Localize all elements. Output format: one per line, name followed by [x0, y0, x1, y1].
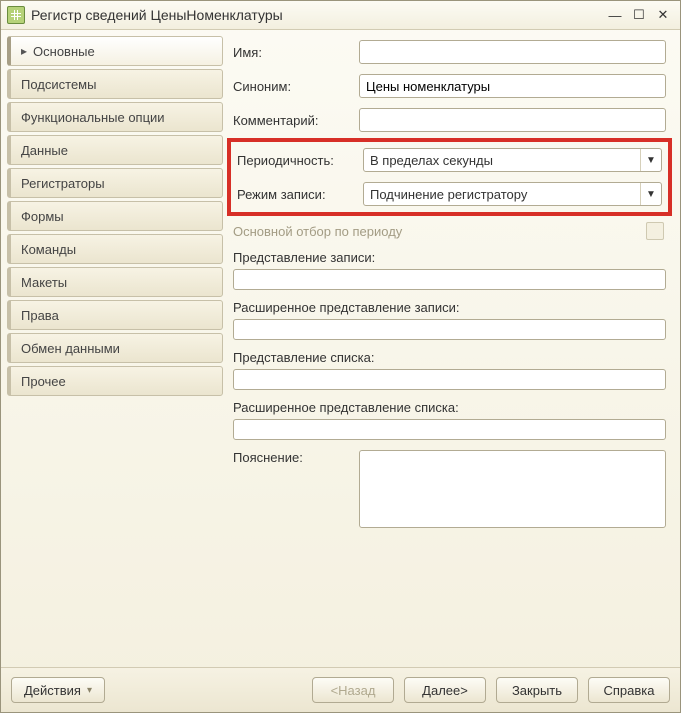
- close-button[interactable]: ✕: [652, 6, 674, 24]
- list-presentation-input[interactable]: [233, 369, 666, 390]
- tab-main[interactable]: Основные: [7, 36, 223, 66]
- write-mode-select[interactable]: Подчинение регистратору ▼: [363, 182, 662, 206]
- comment-input[interactable]: [359, 108, 666, 132]
- tab-forms[interactable]: Формы: [7, 201, 223, 231]
- next-button[interactable]: Далее>: [404, 677, 486, 703]
- main-filter-checkbox: [646, 222, 664, 240]
- ext-record-presentation-input[interactable]: [233, 319, 666, 340]
- chevron-down-icon: ▼: [640, 183, 661, 205]
- chevron-down-icon: ▾: [87, 685, 92, 696]
- tab-data[interactable]: Данные: [7, 135, 223, 165]
- chevron-down-icon: ▼: [640, 149, 661, 171]
- sidebar: Основные Подсистемы Функциональные опции…: [7, 36, 223, 661]
- record-presentation-input[interactable]: [233, 269, 666, 290]
- periodicity-value: В пределах секунды: [364, 153, 640, 168]
- main-form: Имя: Синоним: Комментарий: Периодичность…: [229, 36, 674, 661]
- write-mode-label: Режим записи:: [237, 187, 355, 202]
- highlighted-group: Периодичность: В пределах секунды ▼ Режи…: [227, 138, 672, 216]
- ext-list-presentation-label: Расширенное представление списка:: [233, 400, 666, 415]
- window-title: Регистр сведений ЦеныНоменклатуры: [31, 7, 283, 23]
- name-input[interactable]: [359, 40, 666, 64]
- tab-rights[interactable]: Права: [7, 300, 223, 330]
- explanation-textarea[interactable]: [359, 450, 666, 528]
- write-mode-value: Подчинение регистратору: [364, 187, 640, 202]
- periodicity-select[interactable]: В пределах секунды ▼: [363, 148, 662, 172]
- tab-other[interactable]: Прочее: [7, 366, 223, 396]
- list-presentation-label: Представление списка:: [233, 350, 666, 365]
- comment-label: Комментарий:: [233, 113, 351, 128]
- close-form-button[interactable]: Закрыть: [496, 677, 578, 703]
- ext-record-presentation-label: Расширенное представление записи:: [233, 300, 666, 315]
- register-icon: [7, 6, 25, 24]
- explanation-label: Пояснение:: [233, 450, 351, 465]
- synonym-label: Синоним:: [233, 79, 351, 94]
- tab-exchange[interactable]: Обмен данными: [7, 333, 223, 363]
- record-presentation-label: Представление записи:: [233, 250, 666, 265]
- footer: Действия▾ <Назад Далее> Закрыть Справка: [1, 667, 680, 712]
- maximize-button[interactable]: ☐: [628, 6, 650, 24]
- tab-subsystems[interactable]: Подсистемы: [7, 69, 223, 99]
- name-label: Имя:: [233, 45, 351, 60]
- tab-commands[interactable]: Команды: [7, 234, 223, 264]
- actions-button[interactable]: Действия▾: [11, 677, 105, 703]
- periodicity-label: Периодичность:: [237, 153, 355, 168]
- titlebar: Регистр сведений ЦеныНоменклатуры — ☐ ✕: [1, 1, 680, 30]
- minimize-button[interactable]: —: [604, 6, 626, 24]
- tab-recorders[interactable]: Регистраторы: [7, 168, 223, 198]
- help-button[interactable]: Справка: [588, 677, 670, 703]
- back-button[interactable]: <Назад: [312, 677, 394, 703]
- tab-layouts[interactable]: Макеты: [7, 267, 223, 297]
- tab-functional-options[interactable]: Функциональные опции: [7, 102, 223, 132]
- ext-list-presentation-input[interactable]: [233, 419, 666, 440]
- synonym-input[interactable]: [359, 74, 666, 98]
- main-filter-label: Основной отбор по периоду: [233, 224, 402, 239]
- info-register-window: Регистр сведений ЦеныНоменклатуры — ☐ ✕ …: [0, 0, 681, 713]
